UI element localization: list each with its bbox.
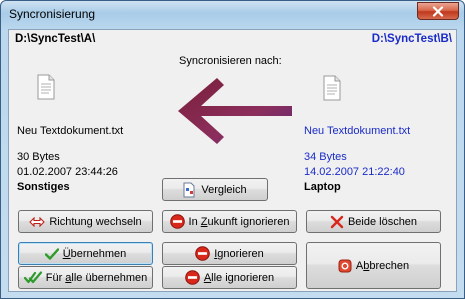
compare-button[interactable]: Vergleich [162,178,268,201]
ignore-button[interactable]: Ignorieren [162,242,297,265]
no-entry-icon [169,214,185,229]
window-title: Syncronisierung [9,7,96,21]
right-file-name: Neu Textdokument.txt [304,125,411,137]
dialog-content: D:\SyncTest\A\ D:\SyncTest\B\ Syncronisi… [8,29,457,292]
accept-label: Übernehmen [62,247,127,260]
text-file-icon [37,74,55,100]
double-arrow-icon [29,216,46,227]
accept-button[interactable]: Übernehmen [18,242,153,265]
title-bar[interactable]: Syncronisierung [1,1,464,29]
left-file-name: Neu Textdokument.txt [17,125,124,137]
delete-x-icon [330,215,344,229]
delete-both-button[interactable]: Beide löschen [306,210,441,233]
sync-direction-arrow-icon [178,78,292,144]
sync-direction-label: Syncronisieren nach: [179,55,282,67]
close-icon [432,5,444,17]
right-path: D:\SyncTest\B\ [371,33,452,45]
cancel-label: Abbrechen [355,259,410,272]
right-file-date: 14.02.2007 21:22:40 [304,166,405,178]
right-file-category: Laptop [304,181,341,193]
ignore-future-label: In Zukunft ignorieren [188,215,290,228]
left-file-date: 01.02.2007 23:44:26 [17,166,118,178]
checkmark-icon [44,247,59,260]
sync-dialog: Syncronisierung D:\SyncTest\A\ D:\SyncTe… [0,0,465,299]
ignore-all-button[interactable]: Alle ignorieren [162,266,297,289]
change-direction-button[interactable]: Richtung wechseln [18,210,153,233]
close-button[interactable] [417,2,459,20]
ignore-label: Ignorieren [214,247,264,260]
stop-icon [338,259,352,273]
left-path: D:\SyncTest\A\ [15,33,96,45]
compare-label: Vergleich [201,183,247,196]
accept-all-button[interactable]: Für alle übernehmen [18,266,153,289]
no-entry-icon [185,270,200,285]
accept-all-label: Für alle übernehmen [45,271,148,284]
delete-both-label: Beide löschen [347,215,418,228]
compare-icon [183,182,197,198]
right-file-size: 34 Bytes [304,151,347,163]
double-checkmark-icon [23,271,42,284]
left-file-size: 30 Bytes [17,151,60,163]
change-direction-label: Richtung wechseln [49,215,142,228]
cancel-button[interactable]: Abbrechen [306,242,441,289]
left-file-category: Sonstiges [17,181,70,193]
ignore-future-button[interactable]: In Zukunft ignorieren [162,210,297,233]
ignore-all-label: Alle ignorieren [203,271,275,284]
no-entry-icon [195,246,211,261]
text-file-icon [323,75,341,101]
